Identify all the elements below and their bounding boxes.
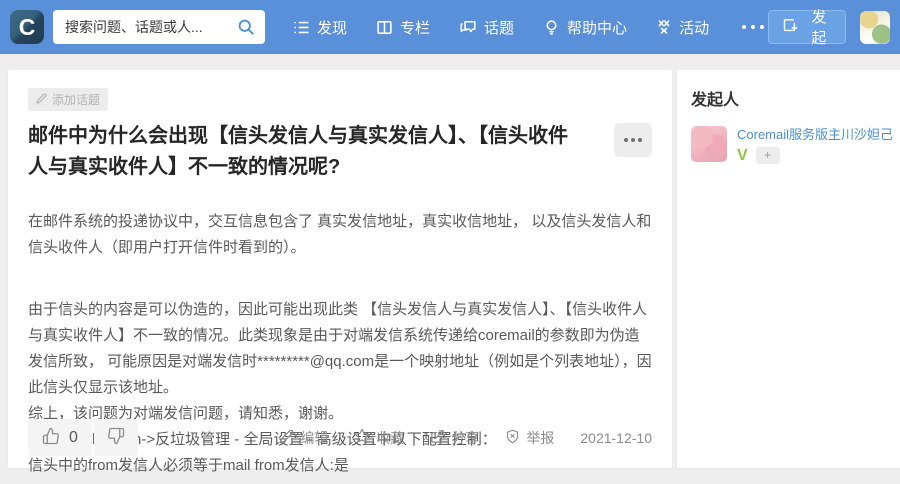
nav-label: 专栏 — [400, 17, 430, 38]
search-box — [53, 10, 265, 44]
activity-icon — [656, 19, 672, 35]
nav-item-discover[interactable]: 发现 — [293, 17, 347, 38]
dot — [742, 25, 746, 29]
edit-button[interactable]: 编辑 — [279, 428, 328, 448]
downvote-button[interactable] — [94, 419, 138, 456]
pencil-icon — [36, 93, 47, 107]
share-label: 分享 — [451, 428, 479, 448]
post-date: 2021-12-10 — [580, 430, 652, 446]
post-more-button[interactable] — [614, 123, 652, 157]
report-button[interactable]: 举报 — [505, 428, 554, 448]
post-card: 添加话题 邮件中为什么会出现【信头发信人与真实发信人】、【信头收件人与真实收件人… — [8, 70, 672, 468]
thumbs-up-icon — [42, 427, 60, 448]
report-label: 举报 — [526, 428, 554, 448]
columns-icon — [376, 19, 393, 36]
chat-bubbles-icon — [459, 18, 477, 36]
nav-item-columns[interactable]: 专栏 — [376, 17, 430, 38]
author-row: Coremail服务版主川沙妲己 V + — [691, 126, 893, 164]
dot — [760, 25, 764, 29]
author-avatar[interactable] — [691, 126, 727, 162]
coremail-logo[interactable]: C — [10, 10, 44, 44]
dot — [624, 138, 628, 142]
top-navbar: C 发现 专栏 — [0, 0, 900, 54]
lightbulb-icon — [543, 19, 560, 36]
thumbs-down-icon — [107, 427, 125, 448]
nav-item-topics[interactable]: 话题 — [459, 17, 514, 38]
author-name-link[interactable]: Coremail服务版主川沙妲己 — [737, 126, 893, 143]
search-input[interactable] — [53, 10, 265, 44]
create-post-button[interactable]: 发起 — [768, 10, 846, 44]
post-title: 邮件中为什么会出现【信头发信人与真实发信人】、【信头收件人与真实收件人】不一致的… — [28, 121, 614, 183]
post-actions: 编辑 收藏 — [279, 428, 652, 448]
upvote-count: 0 — [69, 429, 78, 447]
favorite-label: 收藏 — [376, 428, 404, 448]
pencil-icon — [279, 429, 294, 447]
post-title-row: 邮件中为什么会出现【信头发信人与真实发信人】、【信头收件人与真实收件人】不一致的… — [28, 121, 652, 183]
verified-badge: V — [737, 148, 748, 164]
edit-label: 编辑 — [300, 428, 328, 448]
nav-label: 帮助中心 — [567, 17, 627, 38]
nav-item-activities[interactable]: 活动 — [656, 17, 709, 38]
author-card-title: 发起人 — [691, 86, 893, 110]
nav-label: 话题 — [484, 17, 514, 38]
favorite-button[interactable]: 收藏 — [354, 428, 404, 448]
nav-label: 发现 — [317, 17, 347, 38]
nav-item-help-center[interactable]: 帮助中心 — [543, 17, 627, 38]
post-paragraph: 信头中的from发信人必须等于mail from发信人:是 — [28, 453, 652, 479]
nav-more-menu[interactable] — [738, 19, 768, 35]
user-avatar[interactable] — [860, 11, 890, 44]
share-icon — [430, 429, 445, 447]
create-post-label: 发起 — [806, 6, 832, 48]
main-nav: 发现 专栏 话题 帮助中 — [293, 17, 768, 38]
post-paragraph: 在邮件系统的投递协议中，交互信息包含了 真实发信地址，真实收信地址， 以及信头发… — [28, 209, 652, 261]
list-icon — [293, 19, 310, 36]
dot — [631, 138, 635, 142]
author-badges: V + — [737, 147, 893, 164]
star-icon — [354, 428, 370, 447]
shield-x-icon — [505, 429, 520, 447]
nav-label: 活动 — [679, 17, 709, 38]
author-card: 发起人 Coremail服务版主川沙妲己 V + — [677, 70, 900, 468]
search-icon[interactable] — [236, 17, 256, 42]
post-footer: 0 编辑 — [28, 419, 652, 456]
dot — [638, 138, 642, 142]
add-topic-label: 添加话题 — [52, 91, 100, 108]
share-button[interactable]: 分享 — [430, 428, 479, 448]
author-info: Coremail服务版主川沙妲己 V + — [737, 126, 893, 164]
vote-group: 0 — [28, 419, 138, 456]
logo-letter: C — [19, 14, 36, 41]
plus-square-icon — [782, 17, 799, 38]
follow-button[interactable]: + — [756, 147, 780, 164]
post-paragraph: 由于信头的内容是可以伪造的，因此可能出现此类 【信头发信人与真实发信人】、【信头… — [28, 297, 652, 401]
page-content: 添加话题 邮件中为什么会出现【信头发信人与真实发信人】、【信头收件人与真实收件人… — [8, 70, 896, 468]
upvote-button[interactable]: 0 — [28, 419, 92, 456]
dot — [751, 25, 755, 29]
add-topic-badge[interactable]: 添加话题 — [28, 88, 108, 111]
